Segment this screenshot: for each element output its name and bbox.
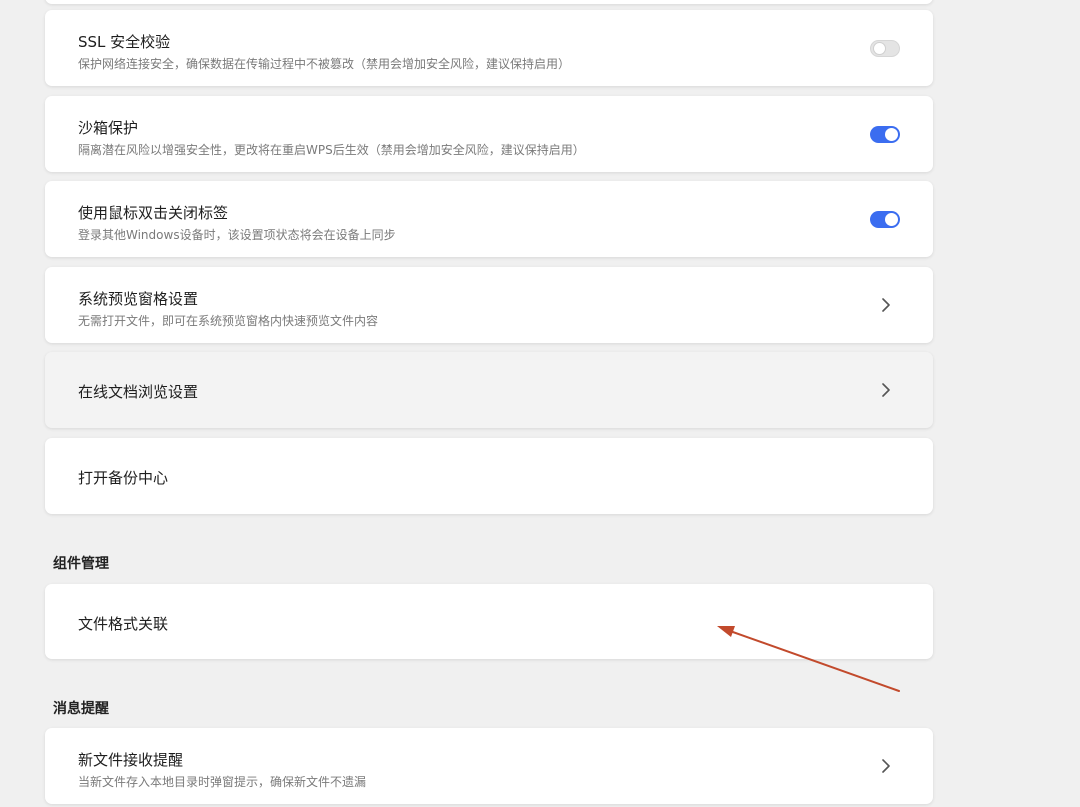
toggle-knob (873, 42, 886, 55)
ssl-verification-setting: SSL 安全校验 保护网络连接安全，确保数据在传输过程中不被篡改（禁用会增加安全… (45, 10, 933, 86)
chevron-right-icon (882, 298, 890, 312)
double-click-close-tab-setting: 使用鼠标双击关闭标签 登录其他Windows设备时，该设置项状态将会在设备上同步 (45, 181, 933, 257)
ssl-verification-toggle[interactable] (870, 40, 900, 57)
component-management-header: 组件管理 (53, 556, 109, 572)
preview-pane-setting[interactable]: 系统预览窗格设置 无需打开文件，即可在系统预览窗格内快速预览文件内容 (45, 267, 933, 343)
backup-center-setting[interactable]: 打开备份中心 (45, 438, 933, 514)
settings-page: SSL 安全校验 保护网络连接安全，确保数据在传输过程中不被篡改（禁用会增加安全… (0, 0, 1080, 807)
new-file-reminder-title: 新文件接收提醒 (78, 751, 184, 769)
new-file-reminder-setting[interactable]: 新文件接收提醒 当新文件存入本地目录时弹窗提示，确保新文件不遗漏 (45, 728, 933, 804)
file-association-setting[interactable]: 文件格式关联 (45, 584, 933, 659)
double-click-close-tab-description: 登录其他Windows设备时，该设置项状态将会在设备上同步 (78, 228, 396, 242)
notifications-header: 消息提醒 (53, 701, 109, 717)
file-association-title: 文件格式关联 (78, 615, 169, 633)
toggle-knob (885, 213, 898, 226)
preview-pane-title: 系统预览窗格设置 (78, 290, 199, 308)
double-click-close-tab-toggle[interactable] (870, 211, 900, 228)
sandbox-protection-title: 沙箱保护 (78, 119, 139, 137)
ssl-verification-description: 保护网络连接安全，确保数据在传输过程中不被篡改（禁用会增加安全风险，建议保持启用… (78, 57, 571, 71)
chevron-right-icon (882, 759, 890, 773)
preview-pane-description: 无需打开文件，即可在系统预览窗格内快速预览文件内容 (78, 314, 379, 328)
new-file-reminder-description: 当新文件存入本地目录时弹窗提示，确保新文件不遗漏 (78, 775, 367, 789)
sandbox-protection-description: 隔离潜在风险以增强安全性，更改将在重启WPS后生效（禁用会增加安全风险，建议保持… (78, 143, 585, 157)
online-doc-browse-setting[interactable]: 在线文档浏览设置 (45, 352, 933, 428)
chevron-right-icon (882, 383, 890, 397)
toggle-knob (885, 128, 898, 141)
double-click-close-tab-title: 使用鼠标双击关闭标签 (78, 204, 229, 222)
previous-setting-card (45, 0, 933, 4)
sandbox-protection-setting: 沙箱保护 隔离潜在风险以增强安全性，更改将在重启WPS后生效（禁用会增加安全风险… (45, 96, 933, 172)
sandbox-protection-toggle[interactable] (870, 126, 900, 143)
online-doc-browse-title: 在线文档浏览设置 (78, 383, 199, 401)
backup-center-title: 打开备份中心 (78, 469, 169, 487)
ssl-verification-title: SSL 安全校验 (78, 33, 171, 51)
